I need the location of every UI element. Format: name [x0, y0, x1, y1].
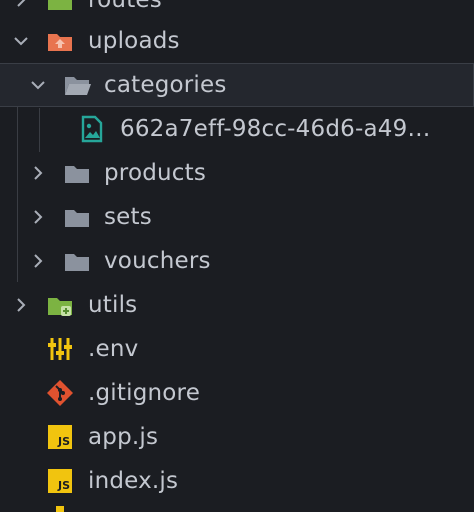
folder-icon [62, 202, 92, 232]
chevron-right-icon [11, 295, 31, 315]
next-item-icon-partial [56, 506, 64, 512]
javascript-file-icon: JS [45, 466, 75, 496]
tree-item-index-js[interactable]: JS index.js [0, 459, 474, 503]
git-icon [45, 378, 75, 408]
file-explorer-tree: routes uploads categories 662a7eff-98cc-… [0, 0, 474, 512]
tree-item-sets[interactable]: sets [0, 195, 474, 239]
tree-item-categories[interactable]: categories [0, 63, 474, 107]
folder-utils-green-icon [45, 290, 75, 320]
javascript-file-icon: JS [45, 422, 75, 452]
tree-item-label: utils [88, 292, 138, 318]
folder-icon [62, 246, 92, 276]
tree-item-label: sets [104, 204, 152, 230]
chevron-right-icon [28, 163, 48, 183]
tree-item-label: uploads [88, 28, 180, 54]
chevron-right-icon [11, 0, 31, 10]
tree-item-env[interactable]: .env [0, 327, 474, 371]
tree-item-label: app.js [88, 424, 159, 450]
chevron-down-icon [28, 75, 48, 95]
chevron-down-icon [11, 31, 31, 51]
js-badge: JS [48, 425, 72, 449]
chevron-right-icon [28, 207, 48, 227]
chevron-right-icon [28, 251, 48, 271]
tree-item-utils[interactable]: utils [0, 283, 474, 327]
tree-item-gitignore[interactable]: .gitignore [0, 371, 474, 415]
tree-item-label: vouchers [104, 248, 211, 274]
env-settings-icon [45, 334, 75, 364]
js-badge: JS [48, 469, 72, 493]
folder-upload-orange-icon [45, 26, 75, 56]
tree-item-label: 662a7eff-98cc-46d6-a49… [120, 116, 431, 142]
tree-item-uploads[interactable]: uploads [0, 19, 474, 63]
tree-item-products[interactable]: products [0, 151, 474, 195]
tree-item-image-file[interactable]: 662a7eff-98cc-46d6-a49… [0, 107, 474, 151]
tree-item-label: .gitignore [88, 380, 201, 406]
folder-open-icon [62, 70, 92, 100]
image-file-icon [77, 114, 107, 144]
folder-icon [62, 158, 92, 188]
tree-item-label: routes [88, 0, 162, 13]
tree-item-label: index.js [88, 468, 179, 494]
folder-green-icon [45, 0, 75, 15]
tree-item-label: categories [104, 72, 227, 98]
tree-item-label: .env [88, 336, 139, 362]
tree-item-app-js[interactable]: JS app.js [0, 415, 474, 459]
tree-item-vouchers[interactable]: vouchers [0, 239, 474, 283]
tree-item-label: products [104, 160, 207, 186]
